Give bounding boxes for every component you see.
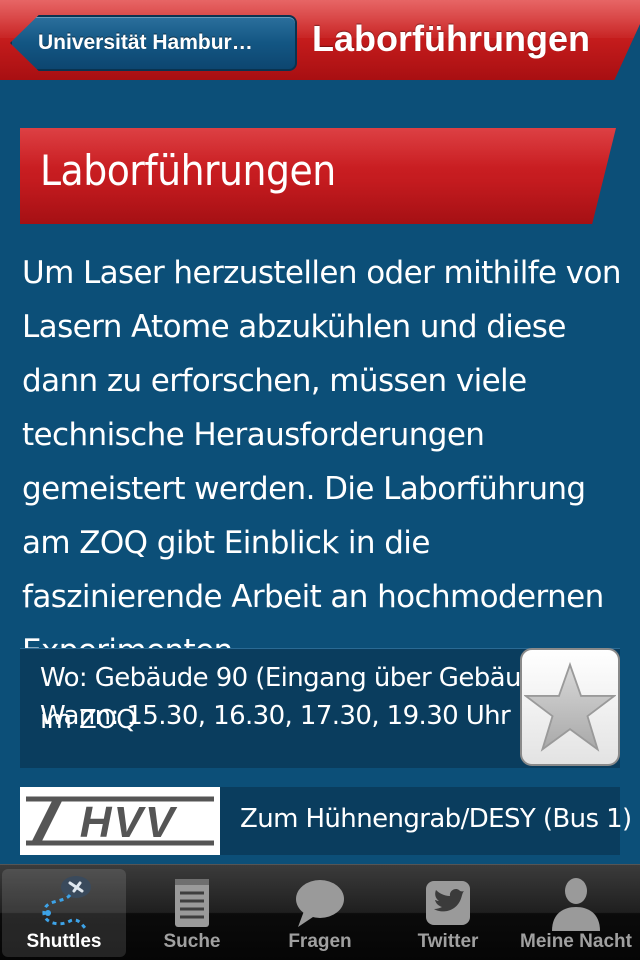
hvv-logo: HVV: [20, 787, 220, 855]
section-header: Laborführungen: [20, 128, 616, 224]
tab-twitter[interactable]: Twitter: [384, 865, 512, 960]
transport-link[interactable]: HVV Zum Hühnengrab/DESY (Bus 1): [20, 787, 632, 855]
back-button-label: Universität Hambur…: [38, 31, 253, 54]
speech-bubble-icon: [296, 880, 344, 927]
tab-label: Twitter: [417, 931, 479, 952]
event-times: Wann: 15.30, 16.30, 17.30, 19.30 Uhr: [40, 701, 511, 731]
event-description: Um Laser herzustellen oder mithilfe von …: [22, 255, 622, 669]
back-button[interactable]: Universität Hambur…: [10, 15, 297, 71]
event-location: Wo: Gebäude 90 (Eingang über Gebäude 69: [40, 663, 592, 693]
shuttle-route-icon: [42, 876, 91, 931]
person-icon: [552, 878, 600, 931]
tab-label: Fragen: [288, 931, 352, 952]
tab-label: Suche: [163, 931, 221, 952]
tab-suche[interactable]: Suche: [128, 865, 256, 960]
notepad-icon: [175, 879, 209, 927]
star-icon: [524, 661, 616, 752]
tab-shuttles[interactable]: Shuttles: [2, 869, 126, 957]
app-screen: Universität Hambur… Laborführungen Labor…: [0, 0, 640, 960]
hvv-logo-graphic: HVV: [24, 793, 216, 849]
hvv-logo-text: HVV: [80, 798, 178, 847]
tab-meine-nacht[interactable]: Meine Nacht: [512, 865, 640, 960]
section-title: Laborführungen: [40, 146, 336, 195]
navigation-bar: Universität Hambur… Laborführungen: [0, 0, 640, 88]
tab-label: Meine Nacht: [520, 931, 632, 952]
page-title: Laborführungen: [312, 18, 590, 59]
tab-fragen[interactable]: Fragen: [256, 865, 384, 960]
tab-bar: Shuttles Suche Fragen Twitter Meine Nach…: [0, 864, 640, 960]
transport-label: Zum Hühnengrab/DESY (Bus 1): [240, 804, 632, 834]
twitter-bird-icon: [426, 881, 470, 925]
tab-label: Shuttles: [26, 931, 102, 952]
favorite-button[interactable]: [520, 648, 620, 766]
